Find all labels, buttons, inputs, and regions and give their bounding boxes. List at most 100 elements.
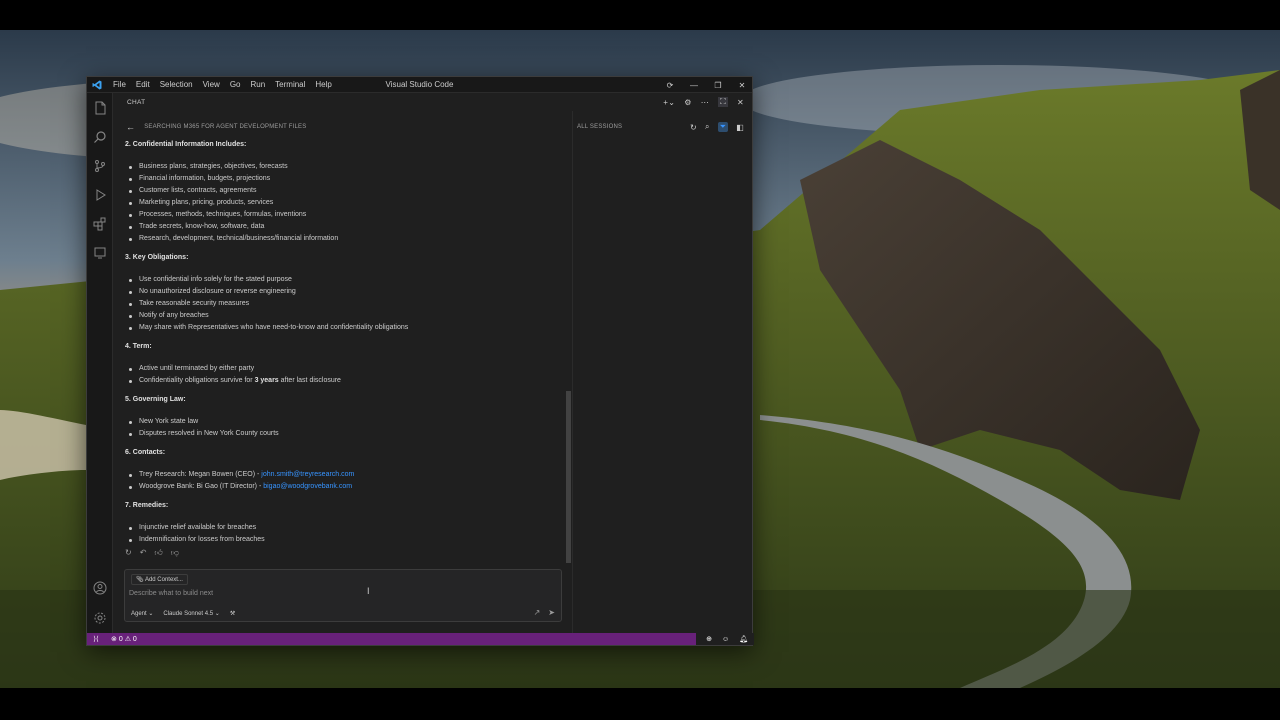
tools-icon[interactable]: ⚒	[230, 610, 235, 617]
list-item: May share with Representatives who have …	[128, 324, 409, 331]
mode-picker-label: Agent	[131, 611, 147, 617]
section-title: 7. Remedies:	[125, 502, 169, 509]
list-item: Disputes resolved in New York County cou…	[129, 430, 279, 437]
menu-help[interactable]: Help	[310, 80, 336, 89]
chat-input-box[interactable]: 📎︎ Add Context... Describe what to build…	[124, 569, 562, 622]
delegate-icon[interactable]: ↗	[534, 608, 541, 617]
list-item-text: after last disclosure	[278, 377, 341, 384]
list-item: Confidentiality obligations survive for …	[129, 377, 341, 384]
list-item: Business plans, strategies, objectives, …	[129, 163, 288, 170]
back-arrow-icon[interactable]: ←	[126, 122, 135, 132]
chat-pane: ← SEARCHING M365 FOR AGENT DEVELOPMENT F…	[113, 111, 573, 633]
model-picker-label: Claude Sonnet 4.5	[163, 611, 214, 617]
list-item: Financial information, budgets, projecti…	[128, 175, 271, 182]
account-icon[interactable]	[93, 581, 107, 595]
section-title: 5. Governing Law:	[125, 396, 186, 403]
email-link[interactable]: bigao@woodgrovebank.com	[263, 483, 352, 490]
section-title: 2. Confidential Information Includes:	[125, 141, 247, 148]
list-item: Research, development, technical/busines…	[128, 235, 339, 242]
list-item: Indemnification for losses from breaches	[129, 536, 265, 543]
retry-icon[interactable]: ↻	[125, 548, 132, 558]
list-item: Woodgrove Bank: Bi Gao (IT Director) - b…	[128, 483, 352, 490]
list-item: Active until terminated by either party	[128, 365, 255, 372]
email-link[interactable]: john.smith@treyresearch.com	[261, 471, 354, 478]
refresh-icon[interactable]: ↻	[690, 123, 697, 132]
contact-text: Woodgrove Bank: Bi Gao (IT Director) -	[139, 483, 264, 490]
text-cursor-icon: I	[367, 586, 370, 596]
warning-icon: ⚠	[124, 636, 131, 643]
problems-status[interactable]: ⊗ 0 ⚠ 0	[111, 635, 137, 643]
window-controls: ⟳ — ❐ ✕	[664, 77, 748, 93]
activity-bar	[87, 93, 113, 633]
search-sessions-icon[interactable]: ⌕	[705, 122, 710, 132]
input-footer: Agent ⌄ Claude Sonnet 4.5 ⌄ ⚒	[131, 610, 235, 617]
chat-response: 2. Confidential Information Includes: Bu…	[125, 139, 565, 559]
session-bar: ← SEARCHING M365 FOR AGENT DEVELOPMENT F…	[113, 119, 572, 135]
mode-picker[interactable]: Agent ⌄	[131, 610, 153, 617]
close-panel-icon[interactable]: ✕	[737, 98, 744, 107]
notifications-bell-icon[interactable]: 🔔︎	[739, 635, 748, 643]
send-actions: ↗ ➤	[534, 608, 555, 617]
thumbs-down-icon[interactable]: 👎︎	[171, 548, 179, 558]
thumbs-up-icon[interactable]: 👍︎	[154, 548, 162, 558]
close-icon[interactable]: ✕	[736, 81, 748, 90]
chat-header-actions: +⌄ ⚙ ⋯ ⛶ ✕	[663, 93, 744, 111]
menu-selection[interactable]: Selection	[155, 80, 198, 89]
chat-input-placeholder[interactable]: Describe what to build next	[129, 590, 213, 597]
section-title: 3. Key Obligations:	[125, 254, 189, 261]
vscode-logo-icon	[92, 80, 102, 90]
filter-icon[interactable]: ⏷	[717, 122, 729, 132]
menu-terminal[interactable]: Terminal	[270, 80, 310, 89]
sessions-pane: ALL SESSIONS ↻ ⌕ ⏷ ◧	[573, 111, 752, 633]
section-title: 6. Contacts:	[125, 449, 166, 456]
list-item-bold: 3 years	[254, 377, 279, 384]
menu-view[interactable]: View	[198, 80, 225, 89]
more-actions-icon[interactable]: ⋯	[701, 98, 709, 107]
list-item: Injunctive relief available for breaches	[128, 524, 257, 531]
menu-file[interactable]: File	[108, 80, 131, 89]
chat-settings-icon[interactable]: ⚙	[684, 98, 691, 107]
new-chat-icon[interactable]: +⌄	[663, 98, 675, 107]
zoom-icon[interactable]: ⊕	[706, 635, 712, 643]
list-item: No unauthorized disclosure or reverse en…	[129, 288, 296, 295]
list-item: Trey Research: Megan Bowen (CEO) - john.…	[128, 471, 354, 478]
menu-run[interactable]: Run	[245, 80, 270, 89]
model-picker[interactable]: Claude Sonnet 4.5 ⌄	[163, 610, 219, 617]
add-context-label: Add Context...	[144, 577, 183, 583]
minimize-icon[interactable]: —	[688, 81, 700, 90]
remote-indicator-icon[interactable]: ⟩⟨	[87, 633, 105, 645]
remote-explorer-icon[interactable]	[93, 246, 107, 260]
extensions-icon[interactable]	[93, 217, 107, 231]
search-icon[interactable]	[93, 130, 107, 144]
send-icon[interactable]: ➤	[548, 608, 555, 617]
sessions-actions: ↻ ⌕ ⏷ ◧	[690, 119, 744, 135]
chat-header-label: CHAT	[127, 98, 146, 106]
copilot-status-icon[interactable]: ⟳	[664, 81, 676, 90]
undo-icon[interactable]: ↶	[140, 548, 147, 558]
maximize-panel-icon[interactable]: ⛶	[718, 97, 728, 107]
source-control-icon[interactable]	[93, 159, 107, 173]
sessions-bar: ALL SESSIONS ↻ ⌕ ⏷ ◧	[577, 119, 752, 135]
settings-gear-icon[interactable]	[93, 611, 107, 625]
toggle-sidebar-icon[interactable]: ◧	[736, 123, 744, 132]
response-actions: ↻ ↶ 👍︎ 👎︎	[125, 548, 179, 558]
menu-go[interactable]: Go	[225, 80, 246, 89]
status-right-items: ⊕ ☺ 🔔︎	[696, 633, 754, 645]
add-context-button[interactable]: 📎︎ Add Context...	[131, 574, 188, 585]
list-item: Trade secrets, know-how, software, data	[128, 223, 265, 230]
contact-text: Trey Research: Megan Bowen (CEO) -	[139, 471, 262, 478]
vscode-window: File Edit Selection View Go Run Terminal…	[86, 76, 754, 646]
section-title: 4. Term:	[125, 343, 152, 350]
restore-icon[interactable]: ❐	[712, 81, 724, 90]
run-debug-icon[interactable]	[93, 188, 107, 202]
copilot-icon[interactable]: ☺	[722, 636, 729, 643]
list-item: Processes, methods, techniques, formulas…	[128, 211, 307, 218]
list-item: Use confidential info solely for the sta…	[129, 276, 292, 283]
error-icon: ⊗	[111, 636, 117, 643]
sessions-label: ALL SESSIONS	[577, 124, 623, 130]
menu-edit[interactable]: Edit	[131, 80, 155, 89]
explorer-icon[interactable]	[93, 101, 107, 115]
error-count: 0	[118, 636, 123, 643]
list-item: Marketing plans, pricing, products, serv…	[128, 199, 274, 206]
chat-scrollbar[interactable]	[566, 391, 571, 563]
